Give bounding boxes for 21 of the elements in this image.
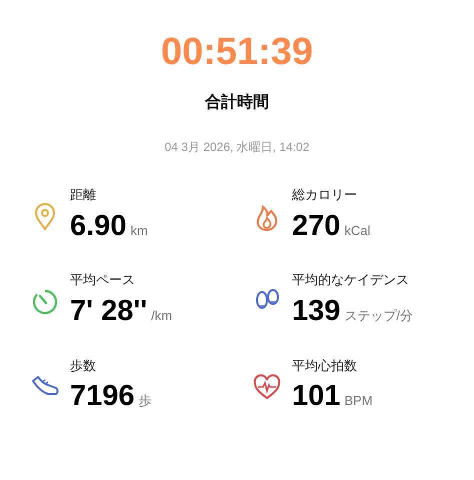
stat-label: 距離	[70, 186, 97, 204]
stat-unit: 歩	[138, 393, 152, 408]
stat-label: 総カロリー	[292, 186, 358, 204]
stat-label: 平均心拍数	[292, 356, 358, 375]
stat-unit: ステップ/分	[344, 308, 414, 323]
stat-value: 7' 28''	[70, 294, 148, 327]
stat-unit: kCal	[344, 222, 370, 238]
stat-label: 平均ペース	[70, 271, 136, 290]
stat-value: 101	[292, 380, 340, 412]
stat-label: 歩数	[70, 356, 97, 375]
stat-unit: km	[130, 222, 148, 238]
stat-value: 6.90	[70, 210, 126, 242]
stat-label: 平均的なケイデンス	[292, 271, 410, 290]
workout-duration: 00:51:39	[160, 33, 314, 71]
workout-date: 04 3月 2026, 水曜日, 14:02	[164, 139, 310, 156]
duration-label: 合計時間	[205, 92, 269, 113]
stat-unit: BPM	[344, 393, 373, 408]
stat-unit: /km	[151, 308, 172, 323]
stat-value: 270	[292, 210, 340, 242]
stat-value: 139	[292, 294, 340, 327]
stat-value: 7196	[70, 380, 135, 412]
